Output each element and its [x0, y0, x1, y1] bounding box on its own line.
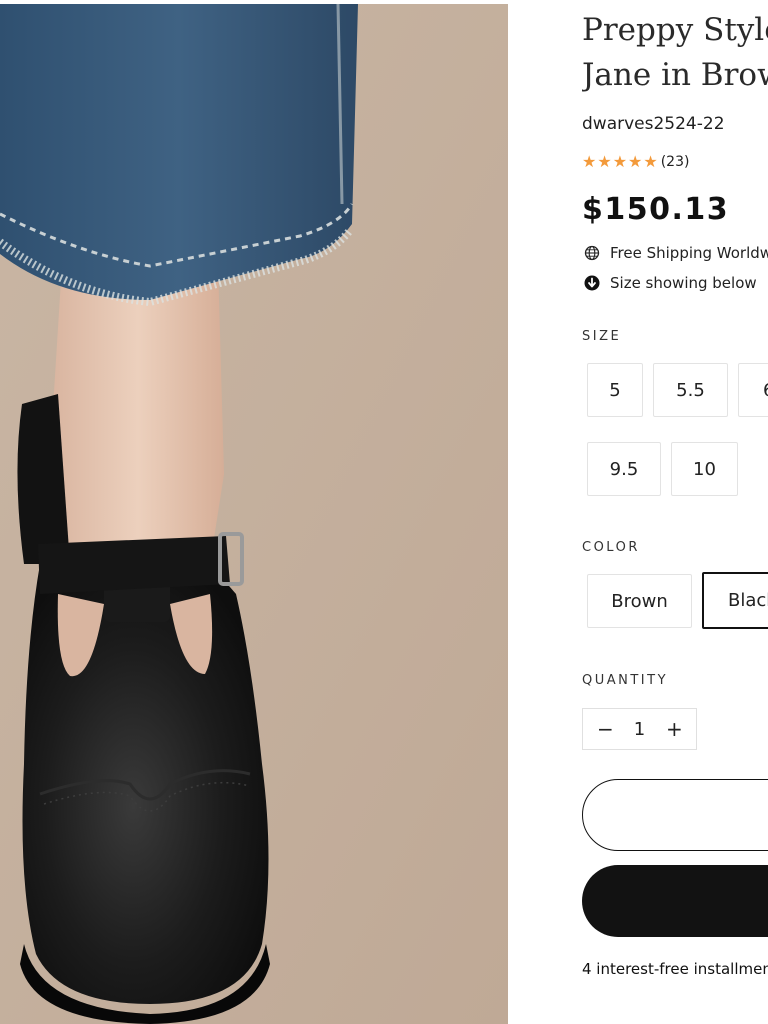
quantity-stepper[interactable]: − 1 + — [582, 708, 697, 750]
size-option-10[interactable]: 10 — [671, 442, 738, 496]
buy-now-button[interactable] — [582, 865, 768, 937]
star-icon: ★ — [597, 152, 612, 171]
size-option-9-5[interactable]: 9.5 — [587, 442, 661, 496]
globe-icon — [584, 245, 600, 261]
review-count[interactable]: (23) — [661, 154, 690, 170]
size-option-5[interactable]: 5 — [587, 363, 643, 417]
installments-text: 4 interest-free installments — [582, 960, 768, 978]
color-option-black[interactable]: Black — [702, 572, 768, 629]
product-rating[interactable]: ★ ★ ★ ★ ★ (23) — [582, 152, 689, 172]
product-sku: dwarves2524-22 — [582, 114, 725, 134]
product-photo-illustration — [0, 4, 508, 1024]
add-to-cart-button[interactable] — [582, 779, 768, 851]
star-icon: ★ — [582, 152, 597, 171]
color-option-brown[interactable]: Brown — [587, 574, 692, 628]
quantity-label: QUANTITY — [582, 673, 669, 688]
color-label: COLOR — [582, 540, 640, 555]
size-option-6[interactable]: 6 — [738, 363, 768, 417]
star-icon: ★ — [643, 152, 658, 171]
size-option-5-5[interactable]: 5.5 — [653, 363, 728, 417]
arrow-down-circle-icon — [584, 275, 600, 291]
product-image[interactable] — [0, 4, 508, 1024]
product-details: Preppy Style Mary Jane in Brown dwarves2… — [582, 0, 768, 1024]
increase-quantity-button[interactable]: + — [666, 719, 683, 739]
shipping-info: Free Shipping Worldwide — [584, 244, 768, 262]
product-title: Preppy Style Mary Jane in Brown — [582, 12, 768, 93]
size-note-text: Size showing below — [610, 274, 757, 292]
star-icon: ★ — [612, 152, 628, 171]
size-note: Size showing below — [584, 274, 757, 292]
size-label: SIZE — [582, 329, 622, 344]
decrease-quantity-button[interactable]: − — [597, 719, 614, 739]
product-price: $150.13 — [582, 192, 730, 227]
star-icon: ★ — [628, 152, 643, 171]
quantity-value[interactable]: 1 — [634, 719, 645, 740]
shipping-text: Free Shipping Worldwide — [610, 244, 768, 262]
